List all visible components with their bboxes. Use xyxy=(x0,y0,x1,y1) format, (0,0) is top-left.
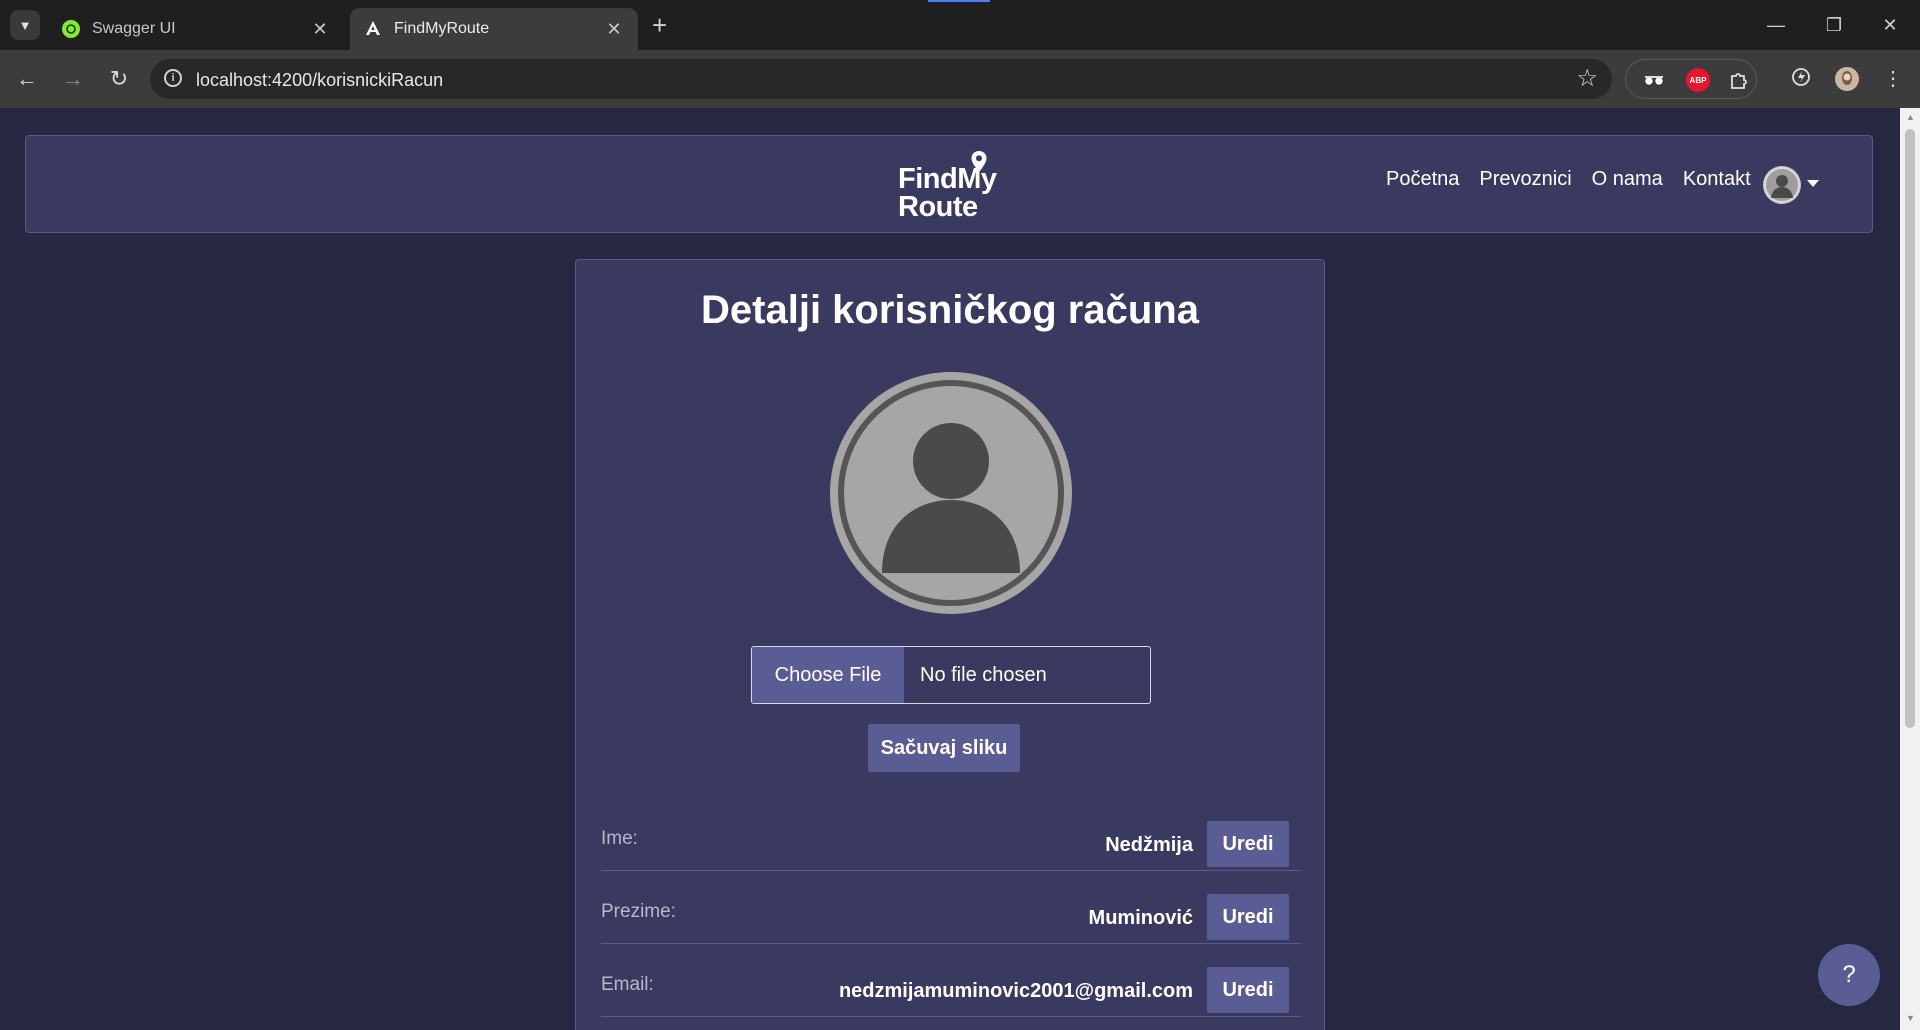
browser-tab-strip: ▼ Swagger UI ✕ FindMyRoute ✕ + — ❐ ✕ xyxy=(0,0,1920,50)
site-info-icon[interactable]: i xyxy=(164,69,182,87)
tab-swagger-ui[interactable]: Swagger UI ✕ xyxy=(48,8,344,50)
field-label: Ime: xyxy=(601,828,638,849)
user-menu-caret-icon[interactable] xyxy=(1807,180,1819,187)
restore-icon[interactable]: ❐ xyxy=(1814,10,1854,40)
nav-links: Početna Prevoznici O nama Kontakt xyxy=(1386,168,1751,191)
close-window-icon[interactable]: ✕ xyxy=(1870,10,1910,40)
field-value: nedzmijamuminovic2001@gmail.com xyxy=(838,980,1193,1002)
back-arrow-icon[interactable]: ← xyxy=(12,64,42,94)
save-image-button[interactable]: Sačuvaj sliku xyxy=(868,724,1020,772)
logo-line-2: Route xyxy=(898,191,978,223)
performance-icon[interactable] xyxy=(1788,66,1814,92)
bookmark-star-icon[interactable]: ☆ xyxy=(1576,64,1598,93)
scroll-down-arrow-icon[interactable]: ▼ xyxy=(1906,1013,1915,1023)
scrollbar-thumb[interactable] xyxy=(1905,129,1915,728)
nav-link-pocetna[interactable]: Početna xyxy=(1386,168,1459,191)
tab-title: Swagger UI xyxy=(92,20,176,37)
address-bar[interactable]: i localhost:4200/korisnickiRacun ☆ xyxy=(150,59,1612,99)
page-viewport: FindMy Route Početna Prevoznici O nama K… xyxy=(0,108,1900,1030)
browser-toolbar: ← → ↻ i localhost:4200/korisnickiRacun ☆… xyxy=(0,50,1920,108)
file-status-text: No file chosen xyxy=(920,664,1047,686)
scroll-up-arrow-icon[interactable]: ▲ xyxy=(1906,112,1915,122)
account-details-card: Detalji korisničkog računa Choose File N… xyxy=(575,259,1325,1030)
default-user-avatar-icon xyxy=(830,372,1072,614)
chevron-down-icon: ▼ xyxy=(18,17,32,33)
page-title: Detalji korisničkog računa xyxy=(701,288,1199,332)
help-button[interactable]: ? xyxy=(1818,944,1880,1006)
edit-last-name-button[interactable]: Uredi xyxy=(1207,894,1289,940)
field-row-last-name: Prezime: Muminović Uredi xyxy=(601,893,1301,944)
angular-favicon-icon xyxy=(364,20,382,38)
nav-link-prevoznici[interactable]: Prevoznici xyxy=(1479,168,1571,191)
new-tab-button[interactable]: + xyxy=(652,12,667,38)
page-scrollbar[interactable]: ▲ ▼ xyxy=(1900,108,1920,1030)
edit-email-button[interactable]: Uredi xyxy=(1207,967,1289,1013)
user-avatar-icon[interactable] xyxy=(1763,166,1801,204)
field-value: Nedžmija xyxy=(1105,834,1193,856)
nav-link-o-nama[interactable]: O nama xyxy=(1592,168,1663,191)
field-label: Email: xyxy=(601,974,654,995)
tab-drag-indicator xyxy=(928,0,990,2)
field-row-email: Email: nedzmijamuminovic2001@gmail.com U… xyxy=(601,966,1301,1017)
field-value: Muminović xyxy=(1088,907,1193,929)
profile-image-file-input[interactable]: Choose File No file chosen xyxy=(751,646,1151,704)
close-tab-icon[interactable]: ✕ xyxy=(604,19,624,39)
minimize-icon[interactable]: — xyxy=(1756,10,1796,40)
site-navbar: FindMy Route Početna Prevoznici O nama K… xyxy=(25,135,1873,233)
tab-search-button[interactable]: ▼ xyxy=(10,10,40,40)
edit-first-name-button[interactable]: Uredi xyxy=(1207,821,1289,867)
nav-link-kontakt[interactable]: Kontakt xyxy=(1683,168,1751,191)
swagger-favicon-icon xyxy=(62,20,80,38)
puzzle-icon[interactable] xyxy=(1727,68,1751,92)
choose-file-button[interactable]: Choose File xyxy=(752,647,904,703)
profile-picture xyxy=(826,368,1076,618)
close-tab-icon[interactable]: ✕ xyxy=(310,19,330,39)
forward-arrow-icon[interactable]: → xyxy=(58,64,88,94)
more-menu-icon[interactable]: ⋮ xyxy=(1880,66,1906,92)
tab-findmyroute[interactable]: FindMyRoute ✕ xyxy=(350,8,638,50)
tab-title: FindMyRoute xyxy=(394,20,490,37)
findmyroute-logo[interactable]: FindMy Route xyxy=(898,150,1018,224)
field-label: Prezime: xyxy=(601,901,676,922)
reload-icon[interactable]: ↻ xyxy=(104,64,134,94)
adblock-plus-icon[interactable]: ABP xyxy=(1686,68,1710,92)
location-pin-icon xyxy=(971,151,987,172)
field-row-first-name: Ime: Nedžmija Uredi xyxy=(601,820,1301,871)
profile-avatar-icon[interactable] xyxy=(1834,66,1860,92)
spy-glasses-icon[interactable] xyxy=(1642,68,1666,92)
url-text[interactable]: localhost:4200/korisnickiRacun xyxy=(196,70,443,91)
extensions-group: ABP xyxy=(1625,59,1757,99)
